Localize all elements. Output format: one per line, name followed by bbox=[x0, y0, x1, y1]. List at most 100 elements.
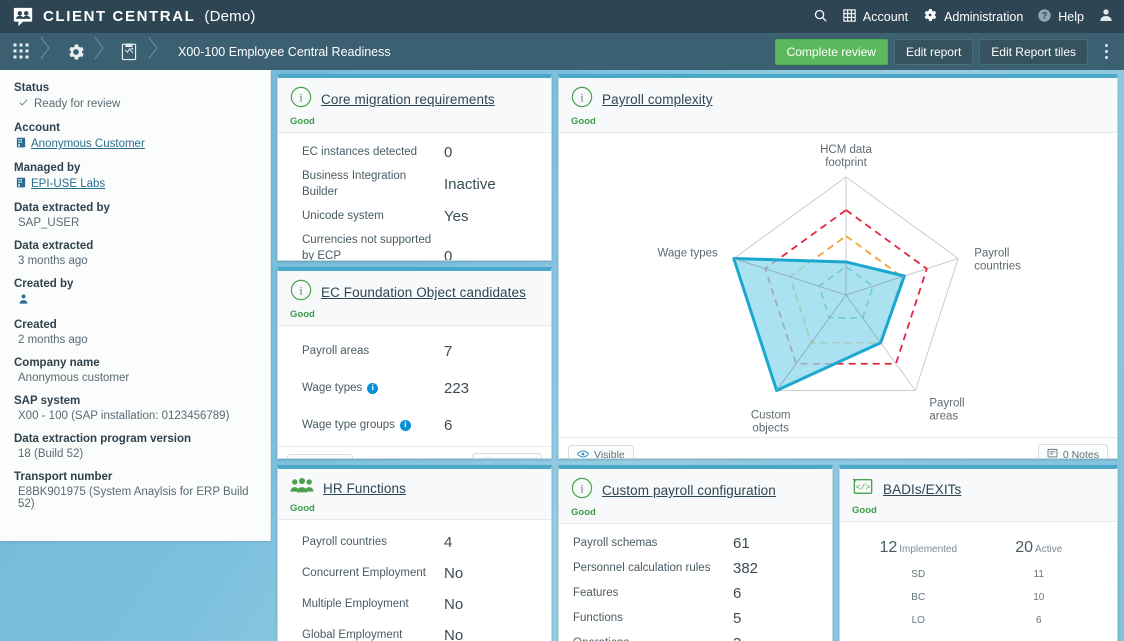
gear-icon bbox=[922, 7, 938, 26]
brand[interactable]: CLIENT CENTRAL (Demo) bbox=[12, 6, 256, 28]
card-title[interactable]: EC Foundation Object candidates bbox=[321, 285, 526, 300]
kv-row: Payroll schemas 61 bbox=[559, 531, 832, 556]
badi-module-name: LO bbox=[858, 615, 979, 626]
administration-label: Administration bbox=[944, 10, 1023, 24]
info-tooltip-icon[interactable]: i bbox=[400, 420, 411, 431]
kv-row: Concurrent Employment No bbox=[278, 558, 551, 589]
managed-by-link[interactable]: EPI-USE Labs bbox=[14, 177, 256, 191]
info-circle-icon: i bbox=[290, 86, 312, 113]
kv-key: Payroll countries bbox=[302, 535, 444, 551]
notes-icon bbox=[481, 457, 492, 459]
card-body: Payroll countries 4 Concurrent Employmen… bbox=[278, 520, 551, 641]
client-central-logo-icon bbox=[12, 6, 34, 28]
card-body: Payroll areas 7 Wage typesi 223 Wage typ… bbox=[278, 326, 551, 446]
more-options-icon[interactable] bbox=[1096, 38, 1116, 66]
sidebar-value: 18 (Build 52) bbox=[14, 448, 256, 460]
svg-text:i: i bbox=[299, 91, 303, 105]
account-label: Account bbox=[863, 10, 908, 24]
svg-text:Payrollcountries: Payrollcountries bbox=[974, 248, 1021, 273]
kv-row: Payroll countries 4 bbox=[278, 527, 551, 558]
report-clipboard-icon bbox=[120, 42, 140, 62]
sidebar-group-created: Created 2 months ago bbox=[14, 319, 256, 346]
user-avatar[interactable] bbox=[1098, 7, 1114, 26]
card-body: Payroll schemas 61 Personnel calculation… bbox=[559, 524, 832, 641]
brand-suffix: (Demo) bbox=[204, 8, 255, 25]
kv-value: 0 bbox=[444, 144, 452, 161]
card-body: 12Implemented 20Active SD 11 BC bbox=[840, 522, 1117, 641]
kv-row: Multiple Employment No bbox=[278, 589, 551, 620]
table-row: BC 10 bbox=[840, 586, 1117, 609]
card-title[interactable]: HR Functions bbox=[323, 481, 406, 496]
sidebar-label: Account bbox=[14, 122, 256, 134]
info-tooltip-icon[interactable]: i bbox=[367, 383, 378, 394]
status-badge: Good bbox=[290, 116, 539, 127]
kv-key: Concurrent Employment bbox=[302, 566, 444, 582]
people-group-icon bbox=[290, 477, 314, 500]
kv-value: 0 bbox=[444, 248, 452, 261]
help-circle-icon: ? bbox=[1037, 8, 1052, 26]
administration-menu[interactable]: Administration bbox=[922, 7, 1023, 26]
breadcrumb-settings[interactable] bbox=[54, 33, 86, 70]
breadcrumb-separator bbox=[86, 33, 108, 70]
kv-row: Business Integration Builder Inactive bbox=[278, 165, 551, 204]
visible-toggle[interactable]: Visible bbox=[568, 445, 634, 459]
kv-value: 61 bbox=[733, 535, 750, 552]
managed-by-link-text: EPI-USE Labs bbox=[31, 178, 105, 190]
search-button[interactable] bbox=[813, 8, 828, 26]
card-title[interactable]: BADIs/EXITs bbox=[883, 482, 961, 497]
tiles-column-right: i Payroll complexity Good HCM datafootpr… bbox=[558, 74, 1118, 641]
card-title[interactable]: Core migration requirements bbox=[321, 92, 495, 107]
kv-key: Payroll schemas bbox=[573, 536, 733, 552]
created-by-avatar bbox=[14, 293, 256, 308]
kv-key-text: Currencies not supported by ECP bbox=[302, 233, 444, 261]
svg-text:</>: </> bbox=[856, 483, 871, 493]
sidebar-label: Created by bbox=[14, 278, 256, 290]
sidebar-value: E8BK901975 (System Anaylsis for ERP Buil… bbox=[14, 486, 256, 510]
person-icon bbox=[18, 293, 29, 308]
visible-label: Visible bbox=[594, 449, 625, 459]
sidebar-value: Ready for review bbox=[14, 97, 256, 111]
kv-value: 4 bbox=[444, 534, 452, 551]
badi-module-count: 11 bbox=[979, 569, 1100, 580]
kv-row: Features 6 bbox=[559, 581, 832, 606]
visible-toggle[interactable]: Visible bbox=[287, 454, 353, 459]
company-icon bbox=[16, 177, 26, 191]
kv-row: Personnel calculation rules 382 bbox=[559, 556, 832, 581]
card-title[interactable]: Payroll complexity bbox=[602, 92, 713, 107]
notes-button[interactable]: 0 Notes bbox=[472, 453, 542, 459]
sidebar-group-data-extracted-by: Data extracted by SAP_USER bbox=[14, 202, 256, 229]
eye-icon bbox=[577, 449, 589, 459]
edit-report-tiles-button[interactable]: Edit Report tiles bbox=[979, 39, 1088, 65]
account-menu[interactable]: Account bbox=[842, 8, 908, 26]
breadcrumb-separator bbox=[140, 33, 162, 70]
account-link[interactable]: Anonymous Customer bbox=[14, 137, 256, 151]
kv-key: Personnel calculation rules bbox=[573, 561, 733, 577]
kv-value: No bbox=[444, 627, 463, 641]
svg-text:?: ? bbox=[1042, 10, 1047, 20]
help-menu[interactable]: ? Help bbox=[1037, 8, 1084, 26]
card-ec-foundation-object-candidates: i EC Foundation Object candidates Good P… bbox=[277, 267, 552, 459]
svg-text:Customobjects: Customobjects bbox=[751, 409, 791, 434]
sidebar-label: Data extracted by bbox=[14, 202, 256, 214]
status-badge: Good bbox=[290, 503, 539, 514]
tiles-column-left: i Core migration requirements Good EC in… bbox=[277, 74, 552, 641]
card-title[interactable]: Custom payroll configuration bbox=[602, 483, 776, 498]
edit-report-button[interactable]: Edit report bbox=[894, 39, 973, 65]
card-header: i EC Foundation Object candidates Good bbox=[278, 271, 551, 326]
breadcrumb-apps[interactable] bbox=[0, 33, 32, 70]
kv-key: Wage type groupsi bbox=[302, 418, 444, 434]
complete-review-button[interactable]: Complete review bbox=[775, 39, 888, 65]
account-grid-icon bbox=[842, 8, 857, 26]
breadcrumb-report[interactable] bbox=[108, 33, 140, 70]
kv-value: No bbox=[444, 565, 463, 582]
sidebar-label: Transport number bbox=[14, 471, 256, 483]
company-icon bbox=[16, 137, 26, 151]
breadcrumb-actions: Complete review Edit report Edit Report … bbox=[775, 38, 1116, 66]
badi-implemented-label: Implemented bbox=[899, 544, 957, 555]
details-sidebar: Status Ready for review Account bbox=[0, 70, 271, 541]
card-payroll-complexity: i Payroll complexity Good HCM datafootpr… bbox=[558, 74, 1118, 459]
eye-icon bbox=[296, 458, 308, 459]
sidebar-group-sap-system: SAP system X00 - 100 (SAP installation: … bbox=[14, 395, 256, 422]
badi-module-count: 6 bbox=[979, 615, 1100, 626]
notes-button[interactable]: 0 Notes bbox=[1038, 444, 1108, 459]
